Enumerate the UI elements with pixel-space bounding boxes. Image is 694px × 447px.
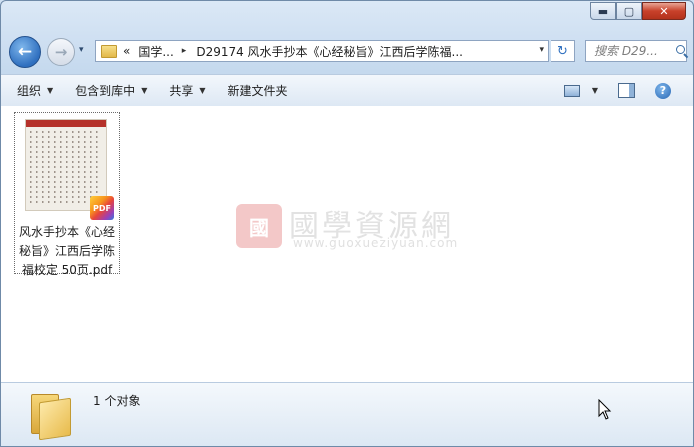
dropdown-arrow-icon: ▼ <box>141 86 148 95</box>
file-item-pdf[interactable]: PDF 风水手抄本《心经秘旨》江西后学陈福校定 50页.pdf <box>14 112 120 277</box>
file-name-label: 风水手抄本《心经秘旨》江西后学陈福校定 50页.pdf <box>18 225 115 277</box>
folder-large-icon <box>31 390 71 441</box>
watermark-seal-logo: 國 <box>236 204 282 248</box>
back-arrow-icon: ← <box>17 42 33 62</box>
folder-icon <box>101 44 117 58</box>
pdf-file-icon: PDF <box>90 196 114 220</box>
share-menu[interactable]: 共享 ▼ <box>169 82 205 99</box>
close-button[interactable]: ✕ <box>642 2 686 20</box>
item-count: 1 个对象 <box>93 394 141 408</box>
forward-arrow-icon: → <box>54 43 68 61</box>
new-folder-label: 新建文件夹 <box>227 84 288 98</box>
breadcrumb-overflow[interactable]: « <box>123 44 130 58</box>
maximize-button[interactable]: ▢ <box>616 2 642 20</box>
watermark-url: www.guoxueziyuan.com <box>293 236 459 250</box>
search-icon[interactable] <box>676 45 689 59</box>
command-bar: 组织 ▼ 包含到库中 ▼ 共享 ▼ 新建文件夹 ▼ ? <box>1 74 693 107</box>
details-pane: 1 个对象 <box>1 382 693 446</box>
breadcrumb-item-current[interactable]: D29174 风水手抄本《心经秘旨》江西后学陈福... <box>196 43 463 60</box>
address-history-dropdown[interactable]: ▾ <box>539 45 544 55</box>
address-bar[interactable]: « 国学... ▸ D29174 风水手抄本《心经秘旨》江西后学陈福... ▾ <box>95 40 549 62</box>
breadcrumb-separator-icon[interactable]: ▸ <box>182 46 187 56</box>
explorer-window: ▬ ▢ ✕ ← → ▾ « 国学... ▸ D29174 风水手抄本《心经秘旨》… <box>0 0 694 447</box>
refresh-icon: ↻ <box>557 43 568 59</box>
refresh-button[interactable]: ↻ <box>551 40 575 62</box>
file-list-area[interactable]: 國 國學資源網 www.guoxueziyuan.com PDF 风水手抄本《心… <box>1 106 693 382</box>
dropdown-arrow-icon: ▼ <box>47 86 54 95</box>
help-icon[interactable]: ? <box>655 82 671 99</box>
recent-pages-dropdown[interactable]: ▾ <box>79 45 84 55</box>
organize-menu[interactable]: 组织 ▼ <box>17 82 53 99</box>
share-label: 共享 <box>169 84 194 98</box>
caption-buttons: ▬ ▢ ✕ <box>590 2 686 20</box>
preview-pane-icon[interactable] <box>618 83 635 98</box>
breadcrumb-item-guoxue[interactable]: 国学... <box>138 43 173 60</box>
forward-button[interactable]: → <box>47 38 75 66</box>
back-button[interactable]: ← <box>9 36 41 68</box>
view-options-dropdown[interactable]: ▼ <box>592 86 598 95</box>
include-library-menu[interactable]: 包含到库中 ▼ <box>75 82 147 99</box>
dropdown-arrow-icon: ▼ <box>199 86 206 95</box>
organize-label: 组织 <box>17 84 42 98</box>
search-input[interactable] <box>586 43 674 59</box>
minimize-button[interactable]: ▬ <box>590 2 616 20</box>
new-folder-button[interactable]: 新建文件夹 <box>228 82 288 99</box>
search-box[interactable] <box>585 40 689 62</box>
toolbar-right-group: ▼ ? <box>563 75 693 106</box>
mouse-cursor-icon <box>598 399 612 420</box>
change-view-icon[interactable] <box>563 84 580 97</box>
include-library-label: 包含到库中 <box>75 84 136 98</box>
